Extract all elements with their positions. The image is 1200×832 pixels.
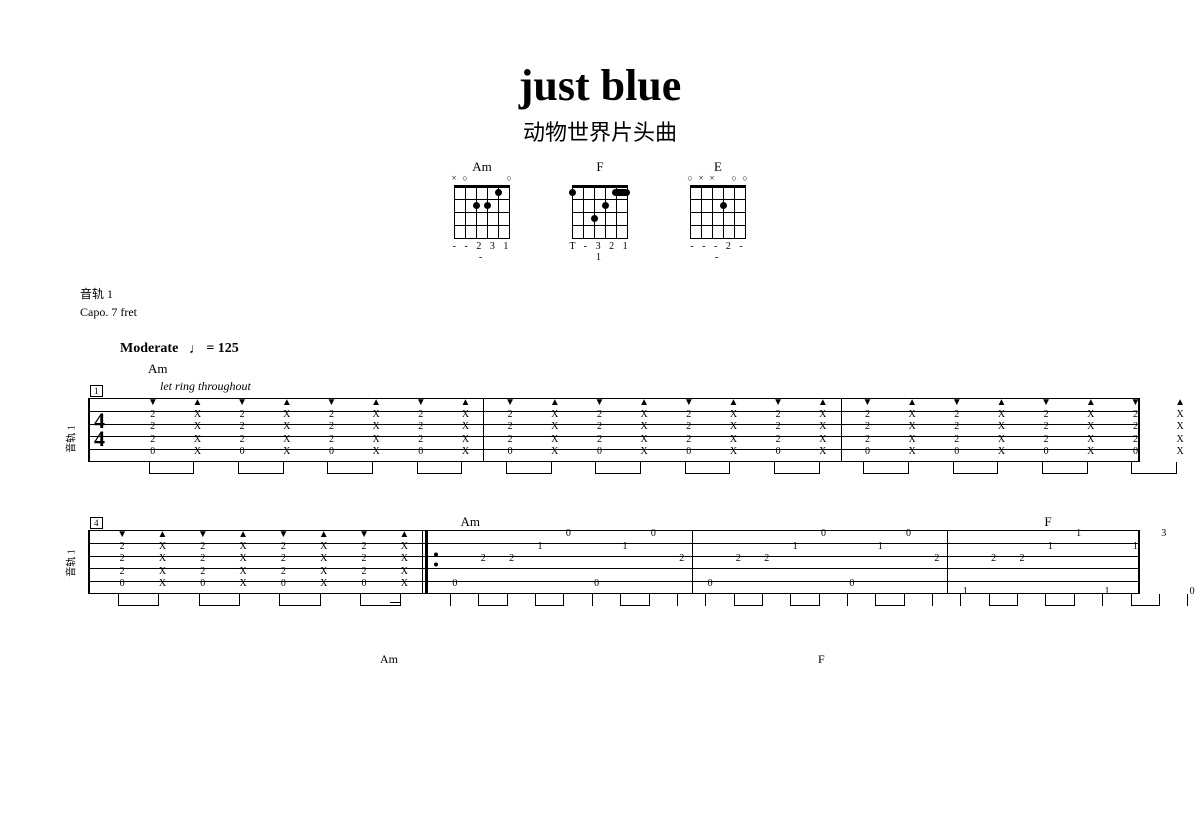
- tab-system-1: 音轨 1 1 44 2220▼XXXX▲2220▼XXXX▲2220▼XXXX▲…: [60, 398, 1140, 480]
- bar-chord-label: Am: [148, 361, 1160, 377]
- tab-beat: 2220▼: [847, 399, 887, 461]
- chord-grid: ○ × × ○ ○: [690, 177, 746, 239]
- tab-beat: 2220▼: [401, 399, 441, 461]
- tab-beat: 2220▼: [669, 399, 709, 461]
- tab-beat: XXXX▲: [892, 399, 932, 461]
- tab-beat: XXXX▲: [535, 399, 575, 461]
- song-title: just blue: [40, 60, 1160, 111]
- tab-beat: 2220▼: [1115, 399, 1155, 461]
- tempo-marking: Moderate ♩ = 125: [120, 341, 1160, 357]
- tab-beat: XXXX▲: [803, 399, 843, 461]
- tab-beat: XXXX▲: [445, 399, 485, 461]
- tab-beat: XXXX▲: [981, 399, 1021, 461]
- tab-beat: 2220▼: [490, 399, 530, 461]
- tab-beat: 2220▼: [937, 399, 977, 461]
- chord-diagram-am: Am × ○ ○ - - 2 3 1 -: [451, 159, 513, 263]
- performance-instruction: let ring throughout: [160, 379, 1160, 394]
- time-signature: 44: [94, 412, 105, 448]
- song-subtitle: 动物世界片头曲: [40, 115, 1160, 147]
- tab-beat: 2220▼: [758, 399, 798, 461]
- tab-beat: 2220▼: [579, 399, 619, 461]
- chord-grid: × ○ ○: [454, 177, 510, 239]
- tab-beat: 2220▼: [311, 399, 351, 461]
- next-system-preview: Am F: [380, 652, 1160, 667]
- chord-diagram-f: F T - 3 2 1 1: [569, 159, 631, 263]
- tab-beat: XXXX▲: [1160, 399, 1200, 461]
- tab-beat: 2220▼: [222, 399, 262, 461]
- tab-beat: 2220▼: [1026, 399, 1066, 461]
- chord-diagram-row: Am × ○ ○ - - 2 3 1 - F: [40, 159, 1160, 263]
- tab-beat: XXXX▲: [1071, 399, 1111, 461]
- tab-system-2: 音轨 1 AmF 4 2220▼XXXX▲2220▼XXXX▲2220▼XXXX…: [60, 514, 1140, 612]
- tab-beat: XXXX▲: [356, 399, 396, 461]
- tab-beat: XXXX▲: [713, 399, 753, 461]
- quarter-note-icon: ♩: [189, 342, 203, 357]
- tab-beat: 2220▼: [133, 399, 173, 461]
- tab-beat: XXXX▲: [624, 399, 664, 461]
- tab-beat: XXXX▲: [267, 399, 307, 461]
- tab-beat: XXXX▲: [177, 399, 217, 461]
- track-info: 音轨 1 Capo. 7 fret: [80, 285, 1160, 321]
- chord-diagram-e: E ○ × × ○ ○ - - - 2 - -: [687, 159, 749, 263]
- chord-grid: [572, 177, 628, 239]
